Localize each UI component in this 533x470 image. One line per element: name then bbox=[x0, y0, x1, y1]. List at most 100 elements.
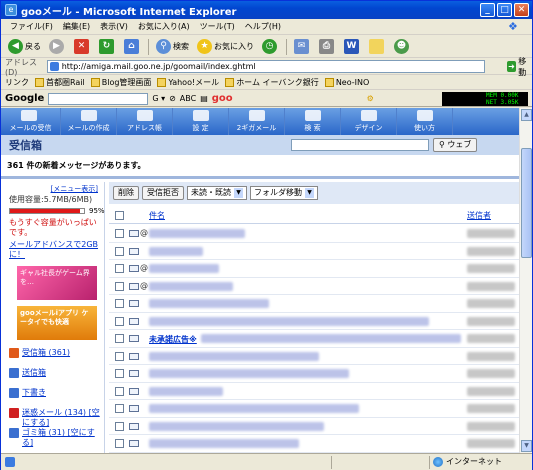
redacted-sender[interactable] bbox=[467, 421, 515, 431]
scroll-down-arrow[interactable]: ▼ bbox=[521, 440, 532, 452]
redacted-subject[interactable] bbox=[149, 316, 429, 326]
nav-addressbook[interactable]: アドレス帳 bbox=[117, 108, 173, 135]
google-search-button[interactable]: G ▾ bbox=[152, 94, 165, 103]
popup-blocker-icon[interactable]: ⊘ bbox=[169, 94, 176, 103]
row-checkbox[interactable] bbox=[115, 229, 124, 238]
select-all-checkbox[interactable] bbox=[115, 211, 124, 220]
nav-design[interactable]: デザイン bbox=[341, 108, 397, 135]
favorites-button[interactable]: ★ お気に入り bbox=[194, 37, 257, 57]
menu-tools[interactable]: ツール(T) bbox=[195, 21, 240, 32]
table-row[interactable]: 未承諾広告※ bbox=[109, 330, 519, 348]
web-search-input[interactable] bbox=[291, 139, 429, 151]
link-item[interactable]: Blog管理画面 bbox=[90, 77, 151, 88]
redacted-subject[interactable] bbox=[149, 351, 319, 361]
link-item[interactable]: 首都圏Rail bbox=[35, 77, 85, 88]
redacted-sender[interactable] bbox=[467, 281, 515, 291]
redacted-subject[interactable] bbox=[201, 334, 461, 343]
search-button[interactable]: ⚲ 検索 bbox=[153, 37, 192, 57]
table-row[interactable]: @ bbox=[109, 225, 519, 243]
goo-logo[interactable]: goo bbox=[212, 93, 233, 104]
nav-help[interactable]: 使い方 bbox=[397, 108, 453, 135]
goo-mail-app-banner[interactable]: gooメールiアプリ ケータイでも快適 bbox=[17, 306, 97, 340]
row-checkbox[interactable] bbox=[115, 386, 124, 396]
read-status-select[interactable]: 未読・既読 ▼ bbox=[187, 186, 247, 200]
table-row[interactable] bbox=[109, 435, 519, 453]
nav-compose[interactable]: メールの作成 bbox=[61, 108, 117, 135]
menu-edit[interactable]: 編集(E) bbox=[58, 21, 95, 32]
link-item[interactable]: Neo-INO bbox=[324, 78, 369, 87]
table-row[interactable] bbox=[109, 313, 519, 330]
nav-search[interactable]: 検 索 bbox=[285, 108, 341, 135]
delete-button[interactable]: 削除 bbox=[113, 186, 139, 200]
table-row[interactable] bbox=[109, 418, 519, 435]
row-checkbox[interactable] bbox=[115, 351, 124, 361]
table-row[interactable] bbox=[109, 400, 519, 418]
title-bar[interactable]: e gooメール - Microsoft Internet Explorer _… bbox=[1, 1, 532, 19]
redacted-sender[interactable] bbox=[467, 369, 515, 378]
block-sender-button[interactable]: 受信拒否 bbox=[142, 186, 184, 200]
settings-gear-icon[interactable]: ⚙ bbox=[367, 94, 374, 103]
menu-view[interactable]: 表示(V) bbox=[95, 21, 133, 32]
mail-button[interactable]: ✉ bbox=[291, 37, 314, 57]
redacted-subject[interactable] bbox=[149, 229, 245, 238]
row-checkbox[interactable] bbox=[115, 404, 124, 413]
nav-settings[interactable]: 設 定 bbox=[173, 108, 229, 135]
home-button[interactable]: ⌂ bbox=[121, 37, 144, 57]
address-input[interactable]: http://amiga.mail.goo.ne.jp/goomail/inde… bbox=[46, 60, 485, 73]
link-item[interactable]: ホーム イーバンク銀行 bbox=[225, 77, 319, 88]
maximize-button[interactable]: □ bbox=[497, 3, 512, 17]
redacted-sender[interactable] bbox=[467, 404, 515, 413]
from-column-header[interactable]: 送信者 bbox=[467, 210, 491, 221]
ad-banner[interactable]: ギャル社長がゲーム界を… bbox=[17, 266, 97, 300]
folder-sent[interactable]: 送信箱 bbox=[9, 368, 105, 388]
redacted-subject[interactable] bbox=[149, 281, 233, 291]
table-row[interactable] bbox=[109, 365, 519, 383]
google-search-input[interactable] bbox=[48, 92, 149, 105]
edit-button[interactable]: W bbox=[341, 37, 364, 57]
redacted-subject[interactable] bbox=[149, 264, 219, 273]
folder-move-select[interactable]: フォルダ移動 ▼ bbox=[250, 186, 318, 200]
close-button[interactable]: ✕ bbox=[514, 3, 529, 17]
redacted-sender[interactable] bbox=[467, 229, 515, 238]
redacted-sender[interactable] bbox=[467, 299, 515, 308]
redacted-sender[interactable] bbox=[467, 264, 515, 273]
messenger-button[interactable]: ☻ bbox=[391, 37, 414, 57]
table-row[interactable] bbox=[109, 348, 519, 365]
redacted-sender[interactable] bbox=[467, 334, 515, 343]
table-row[interactable] bbox=[109, 383, 519, 400]
folder-inbox[interactable]: 受信箱 (361) bbox=[9, 348, 105, 368]
redacted-subject[interactable] bbox=[149, 386, 223, 396]
refresh-button[interactable]: ↻ bbox=[96, 37, 119, 57]
redacted-subject[interactable] bbox=[149, 369, 349, 378]
autofill-icon[interactable]: ▤ bbox=[200, 94, 208, 103]
scroll-thumb[interactable] bbox=[521, 148, 532, 258]
redacted-subject[interactable] bbox=[149, 246, 203, 256]
menu-display-link[interactable]: [メニュー表示] bbox=[51, 184, 98, 194]
table-row[interactable]: @ bbox=[109, 278, 519, 295]
row-checkbox[interactable] bbox=[115, 299, 124, 308]
menu-favorites[interactable]: お気に入り(A) bbox=[133, 21, 195, 32]
upgrade-link[interactable]: メールアドバンスで2GBに！ bbox=[9, 240, 101, 260]
redacted-subject[interactable] bbox=[149, 439, 299, 448]
folder-trash[interactable]: ゴミ箱 (31) [空にする] bbox=[9, 428, 105, 448]
table-row[interactable] bbox=[109, 243, 519, 260]
history-button[interactable]: ◷ bbox=[259, 37, 282, 57]
stop-button[interactable]: ✕ bbox=[71, 37, 94, 57]
table-row[interactable] bbox=[109, 295, 519, 313]
row-checkbox[interactable] bbox=[115, 246, 124, 256]
vertical-scrollbar[interactable]: ▲ ▼ bbox=[519, 108, 532, 453]
redacted-sender[interactable] bbox=[467, 386, 515, 396]
minimize-button[interactable]: _ bbox=[480, 3, 495, 17]
row-checkbox[interactable] bbox=[115, 316, 124, 326]
link-item[interactable]: Yahoo!メール bbox=[157, 77, 219, 88]
row-checkbox[interactable] bbox=[115, 439, 124, 448]
row-checkbox[interactable] bbox=[115, 281, 124, 291]
print-button[interactable]: ⎙ bbox=[316, 37, 339, 57]
row-checkbox[interactable] bbox=[115, 421, 124, 431]
redacted-sender[interactable] bbox=[467, 439, 515, 448]
nav-2giga[interactable]: 2ギガメール bbox=[229, 108, 285, 135]
row-checkbox[interactable] bbox=[115, 334, 124, 343]
web-search-button[interactable]: ⚲ ウェブ bbox=[433, 138, 478, 152]
redacted-sender[interactable] bbox=[467, 316, 515, 326]
menu-help[interactable]: ヘルプ(H) bbox=[240, 21, 286, 32]
